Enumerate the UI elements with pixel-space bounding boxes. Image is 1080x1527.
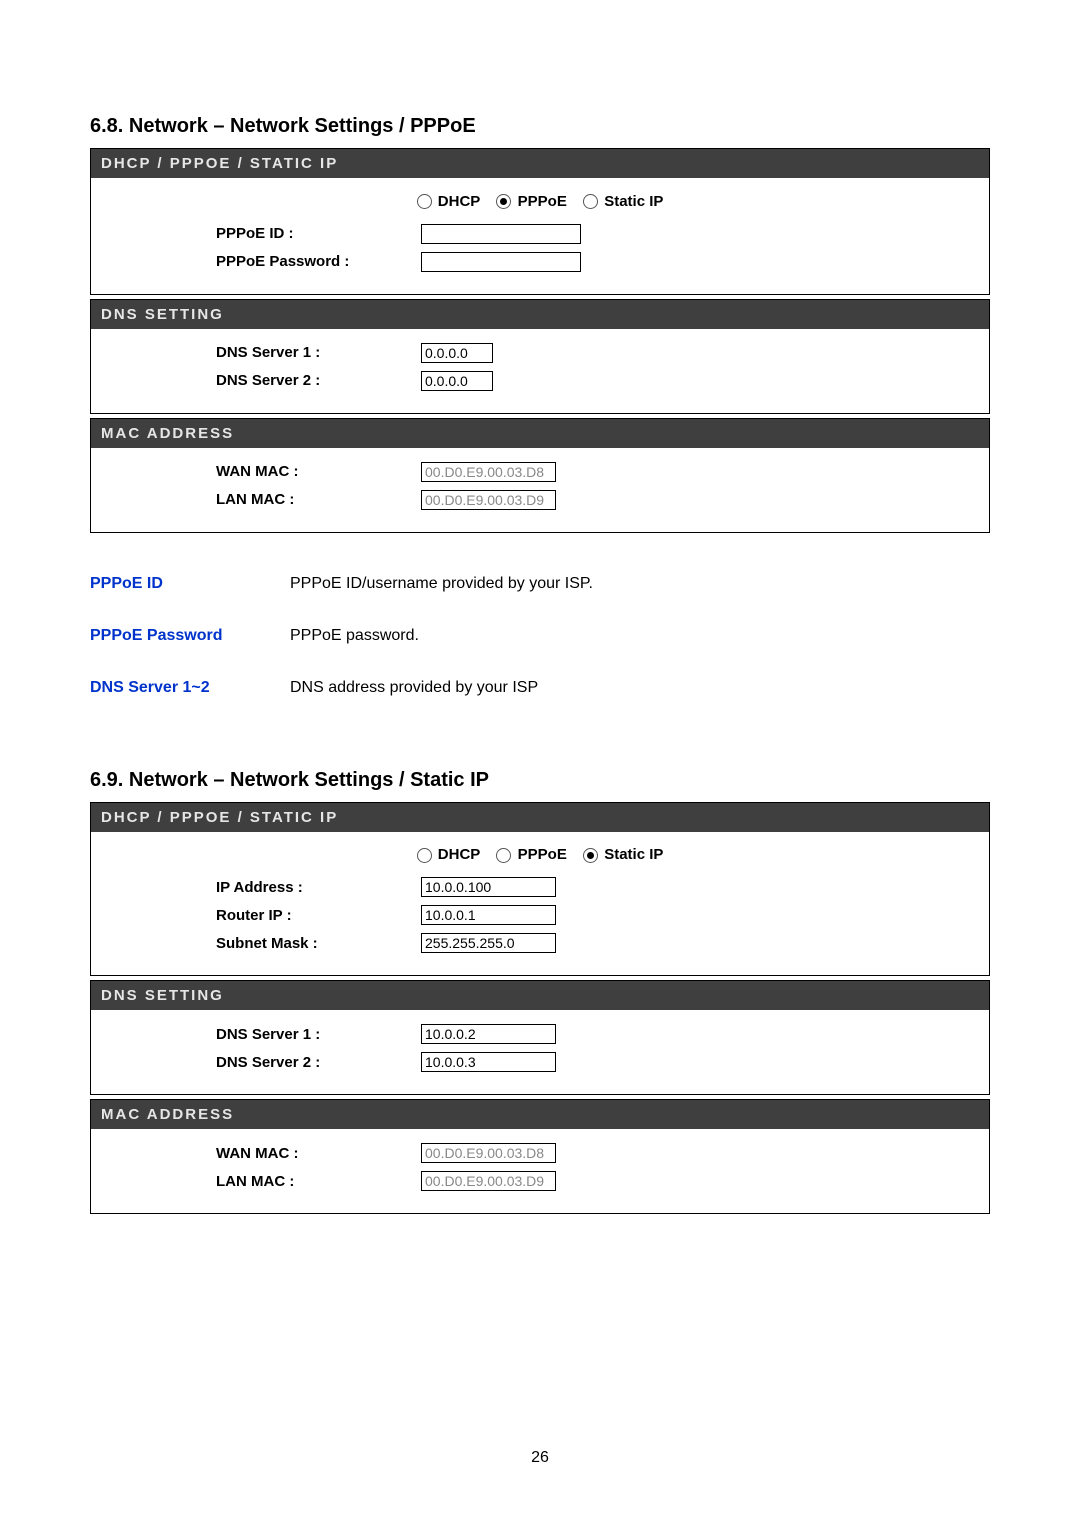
panel-header: DNS SETTING [91, 981, 989, 1010]
page-number: 26 [0, 1449, 1080, 1467]
router-ip-input[interactable] [421, 905, 556, 925]
radio-pppoe-label: PPPoE [518, 846, 567, 863]
dns1-label: DNS Server 1 : [91, 344, 401, 361]
connection-type-radios: DHCP PPPoE Static IP [91, 842, 989, 874]
wan-mac-input [421, 1143, 556, 1163]
section-heading-69: 6.9. Network – Network Settings / Static… [90, 769, 990, 792]
lan-mac-input [421, 490, 556, 510]
panel-header: MAC ADDRESS [91, 1100, 989, 1129]
dns1-input[interactable] [421, 343, 493, 363]
subnet-mask-label: Subnet Mask : [91, 935, 401, 952]
dns2-input[interactable] [421, 1052, 556, 1072]
desc-label-pppoe-password: PPPoE Password [90, 627, 290, 645]
radio-pppoe[interactable]: PPPoE [496, 193, 566, 210]
radio-static-label: Static IP [604, 846, 663, 863]
panel-dns-69: DNS SETTING DNS Server 1 : DNS Server 2 … [90, 980, 990, 1095]
desc-label-dns-server: DNS Server 1~2 [90, 679, 290, 697]
panel-header: DHCP / PPPOE / STATIC IP [91, 803, 989, 832]
wan-mac-label: WAN MAC : [91, 1145, 401, 1162]
dns1-input[interactable] [421, 1024, 556, 1044]
dns2-input[interactable] [421, 371, 493, 391]
panel-header: DHCP / PPPOE / STATIC IP [91, 149, 989, 178]
pppoe-id-label: PPPoE ID : [91, 225, 401, 242]
pppoe-password-label: PPPoE Password : [91, 253, 401, 270]
panel-dhcp-pppoe-static-69: DHCP / PPPOE / STATIC IP DHCP PPPoE Stat… [90, 802, 990, 977]
desc-text-dns-server: DNS address provided by your ISP [290, 679, 538, 697]
pppoe-password-input[interactable] [421, 252, 581, 272]
radio-pppoe[interactable]: PPPoE [496, 846, 566, 863]
lan-mac-label: LAN MAC : [91, 491, 401, 508]
ip-address-label: IP Address : [91, 879, 401, 896]
lan-mac-label: LAN MAC : [91, 1173, 401, 1190]
radio-static-label: Static IP [604, 193, 663, 210]
wan-mac-input [421, 462, 556, 482]
lan-mac-input [421, 1171, 556, 1191]
panel-header: DNS SETTING [91, 300, 989, 329]
panel-dns-68: DNS SETTING DNS Server 1 : DNS Server 2 … [90, 299, 990, 414]
radio-static[interactable]: Static IP [583, 193, 663, 210]
radio-pppoe-label: PPPoE [518, 193, 567, 210]
radio-dhcp[interactable]: DHCP [417, 846, 481, 863]
connection-type-radios: DHCP PPPoE Static IP [91, 188, 989, 220]
panel-header: MAC ADDRESS [91, 419, 989, 448]
panel-dhcp-pppoe-static-68: DHCP / PPPOE / STATIC IP DHCP PPPoE Stat… [90, 148, 990, 295]
description-table-68: PPPoE ID PPPoE ID/username provided by y… [90, 563, 990, 719]
wan-mac-label: WAN MAC : [91, 463, 401, 480]
dns1-label: DNS Server 1 : [91, 1026, 401, 1043]
subnet-mask-input[interactable] [421, 933, 556, 953]
desc-label-pppoe-id: PPPoE ID [90, 575, 290, 593]
dns2-label: DNS Server 2 : [91, 1054, 401, 1071]
desc-text-pppoe-password: PPPoE password. [290, 627, 419, 645]
ip-address-input[interactable] [421, 877, 556, 897]
panel-mac-69: MAC ADDRESS WAN MAC : LAN MAC : [90, 1099, 990, 1214]
dns2-label: DNS Server 2 : [91, 372, 401, 389]
radio-dhcp-label: DHCP [438, 193, 481, 210]
radio-dhcp-label: DHCP [438, 846, 481, 863]
desc-text-pppoe-id: PPPoE ID/username provided by your ISP. [290, 575, 593, 593]
section-heading-68: 6.8. Network – Network Settings / PPPoE [90, 115, 990, 138]
radio-dhcp[interactable]: DHCP [417, 193, 481, 210]
radio-static[interactable]: Static IP [583, 846, 663, 863]
router-ip-label: Router IP : [91, 907, 401, 924]
pppoe-id-input[interactable] [421, 224, 581, 244]
panel-mac-68: MAC ADDRESS WAN MAC : LAN MAC : [90, 418, 990, 533]
